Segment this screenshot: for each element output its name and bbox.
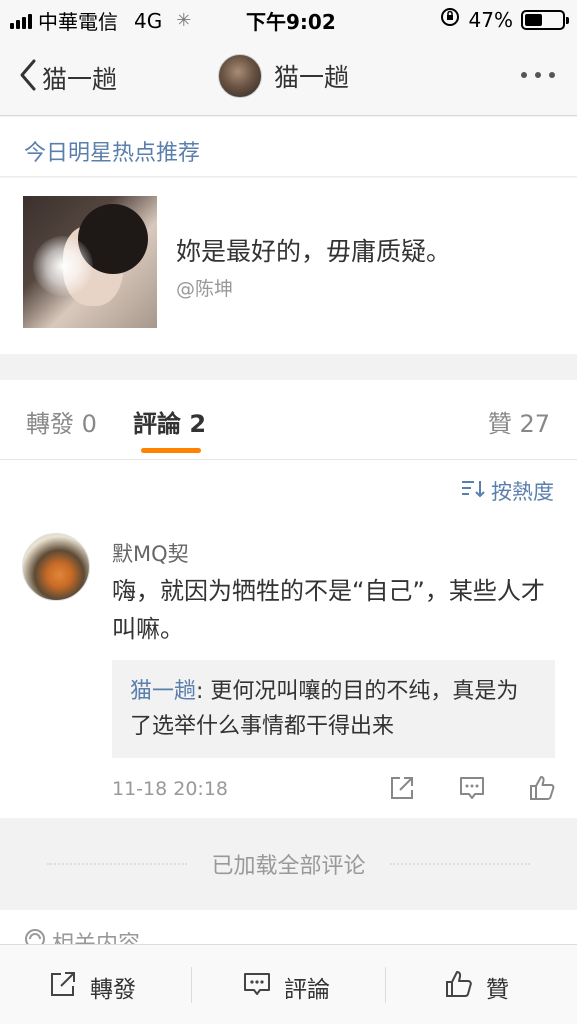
comment-bubble-icon[interactable] [458,774,486,802]
hot-recommend-header[interactable]: 今日明星热点推荐 [0,117,577,177]
comment-username[interactable]: 默MQ契 [112,538,189,568]
status-left: 中華電信 4G ✳ [10,6,191,35]
nav-bar: 猫一趟 猫一趟 [0,36,577,116]
forward-icon [48,969,78,1005]
tab-like[interactable]: 贊 27 [488,404,550,439]
loaded-text: 已加载全部评论 [211,854,366,879]
comment-text: 嗨，就因为牺牲的不是“自己”，某些人才叫嘛。 [112,577,545,643]
comment-label: 評論 [284,977,330,1003]
card-thumbnail[interactable] [23,196,157,328]
divider [47,863,188,865]
nav-title: 猫一趟 [274,63,350,92]
divider [385,967,386,1003]
clock: 下午9:02 [246,10,336,34]
comment-avatar[interactable] [22,533,90,601]
recommend-card[interactable]: 妳是最好的，毋庸质疑。 @陈坤 [0,178,577,354]
reply-username[interactable]: 猫一趟 [130,679,196,704]
like-icon [444,969,474,1005]
card-title: 妳是最好的，毋庸质疑。 [176,237,452,266]
battery-icon [521,9,569,30]
battery-fill [525,13,542,26]
sort-icon [461,479,485,504]
forward-button[interactable]: 轉發 [48,969,136,1005]
divider [389,863,530,865]
status-right: 47% [439,6,569,33]
comment-time: 11-18 20:18 [112,778,229,800]
orientation-lock-icon [439,6,461,33]
reply-preview[interactable]: 猫一趟: 更何况叫嚷的目的不纯，真是为了选举什么事情都干得出来 [112,660,555,758]
like-button[interactable]: 贊 [444,969,509,1005]
like-label: 贊 [486,977,509,1003]
back-chevron-icon [18,58,38,98]
comment-actions [388,774,556,802]
tab-forward[interactable]: 轉發 0 [26,404,97,439]
back-button[interactable]: 猫一趟 [18,58,117,98]
sort-label: 按熱度 [491,480,554,504]
divider [191,967,192,1003]
bottom-action-bar: 轉發 評論 贊 [0,944,577,1024]
forward-label: 轉發 [90,977,136,1003]
sort-by-hot-button[interactable]: 按熱度 [461,476,554,506]
carrier-label: 中華電信 [38,10,118,34]
network-label: 4G [134,8,163,33]
card-author[interactable]: @陈坤 [176,274,233,301]
back-label: 猫一趟 [42,65,118,94]
battery-percent: 47% [468,7,513,32]
tab-bar: 轉發 0 評論 2 贊 27 [0,380,577,460]
reply-separator: : [196,679,211,704]
all-loaded-footer: 已加载全部评论 [0,819,577,909]
tab-comment[interactable]: 評論 2 [133,404,206,439]
loading-spinner-icon: ✳ [176,10,192,31]
nav-title-group[interactable]: 猫一趟 [218,54,349,98]
user-avatar[interactable] [218,54,262,98]
signal-icon [10,13,32,29]
active-tab-indicator [141,448,201,453]
comment-list: 按熱度 默MQ契 嗨，就因为牺牲的不是“自己”，某些人才叫嘛。 猫一趟: 更何况… [0,460,577,818]
thumbs-up-icon[interactable] [528,774,556,802]
comment-icon [242,969,272,1005]
status-bar: 中華電信 4G ✳ 下午9:02 47% [0,0,577,36]
comment-button[interactable]: 評論 [242,969,330,1005]
more-options-icon[interactable] [521,72,555,78]
share-icon[interactable] [388,774,416,802]
